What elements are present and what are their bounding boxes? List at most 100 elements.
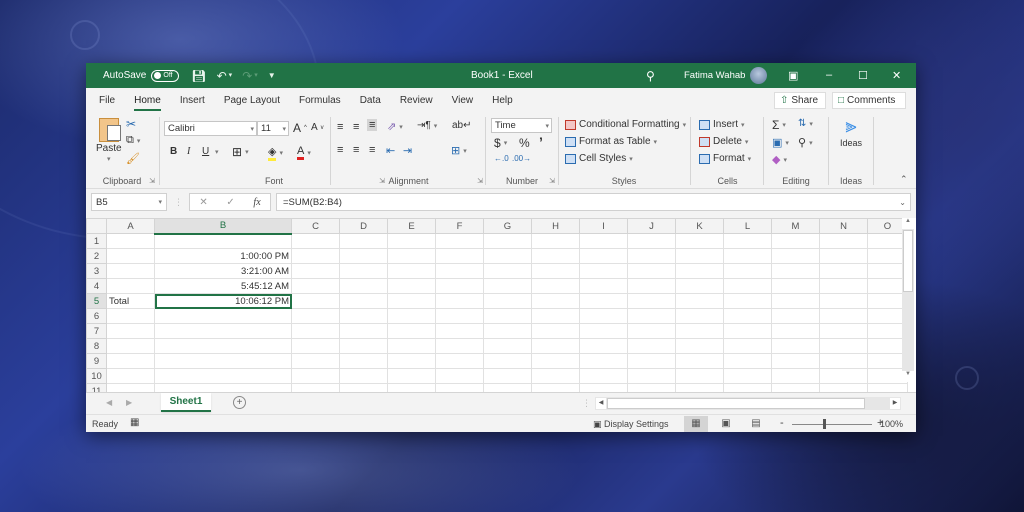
cell-n2[interactable] [819, 248, 868, 264]
row-header-4[interactable]: 4 [86, 278, 107, 294]
horizontal-scroll-thumb[interactable] [607, 398, 865, 409]
cell-g6[interactable] [483, 308, 532, 324]
row-header-8[interactable]: 8 [86, 338, 107, 354]
cell-c5[interactable] [291, 293, 340, 309]
cell-k1[interactable] [675, 233, 724, 249]
insert-function-icon[interactable]: fx [253, 197, 260, 208]
column-header-d[interactable]: D [339, 218, 388, 234]
cell-g8[interactable] [483, 338, 532, 354]
cell-b11[interactable] [154, 383, 292, 392]
scroll-down-icon[interactable]: ▼ [902, 371, 914, 382]
cell-d1[interactable] [339, 233, 388, 249]
scroll-left-icon[interactable]: ◀ [596, 398, 606, 409]
page-break-preview-icon[interactable]: ▤ [744, 416, 768, 432]
cell-m3[interactable] [771, 263, 820, 279]
cell-c3[interactable] [291, 263, 340, 279]
cell-i11[interactable] [579, 383, 628, 392]
cell-e8[interactable] [387, 338, 436, 354]
redo-icon[interactable]: ↷ [242, 70, 252, 82]
column-header-f[interactable]: F [435, 218, 484, 234]
cell-j1[interactable] [627, 233, 676, 249]
decrease-decimal-icon[interactable]: .00→ [512, 154, 531, 163]
column-header-a[interactable]: A [106, 218, 155, 234]
cell-i5[interactable] [579, 293, 628, 309]
accessibility-icon[interactable]: ▦ [130, 417, 139, 428]
cell-g10[interactable] [483, 368, 532, 384]
insert-cells-button[interactable]: Insert ▾ [699, 119, 745, 130]
worksheet-grid[interactable]: ABCDEFGHIJKLMNO 1 2 1:00:00 PM 3 3:21:00 AM 4… [86, 218, 916, 392]
cell-m9[interactable] [771, 353, 820, 369]
decrease-indent-icon[interactable]: ⇤ [386, 144, 395, 157]
cell-h3[interactable] [531, 263, 580, 279]
cell-d5[interactable] [339, 293, 388, 309]
find-select-icon[interactable]: ⚲ ▾ [798, 136, 813, 149]
horizontal-scrollbar[interactable]: ◀ ▶ [595, 397, 901, 410]
cell-l9[interactable] [723, 353, 772, 369]
cell-k11[interactable] [675, 383, 724, 392]
cell-j5[interactable] [627, 293, 676, 309]
cell-b2[interactable]: 1:00:00 PM [154, 248, 292, 264]
collapse-ribbon-icon[interactable]: ⌃ [900, 174, 908, 185]
clipboard-launcher-icon[interactable]: ⇲ [149, 177, 155, 185]
cell-n5[interactable] [819, 293, 868, 309]
cell-b6[interactable] [154, 308, 292, 324]
cell-f7[interactable] [435, 323, 484, 339]
middle-align-icon[interactable]: ≡ [353, 121, 359, 133]
cell-m5[interactable] [771, 293, 820, 309]
cell-j7[interactable] [627, 323, 676, 339]
cell-j11[interactable] [627, 383, 676, 392]
cell-d9[interactable] [339, 353, 388, 369]
cell-h9[interactable] [531, 353, 580, 369]
column-header-j[interactable]: J [627, 218, 676, 234]
format-painter-icon[interactable]: 🖌︎ [126, 152, 140, 165]
row-header-3[interactable]: 3 [86, 263, 107, 279]
customize-qat-icon[interactable]: ▼ [268, 71, 276, 80]
cell-h10[interactable] [531, 368, 580, 384]
cell-f9[interactable] [435, 353, 484, 369]
cell-e3[interactable] [387, 263, 436, 279]
sheet-tab-sheet1[interactable]: Sheet1 [161, 393, 211, 412]
row-header-7[interactable]: 7 [86, 323, 107, 339]
avatar[interactable] [750, 67, 767, 84]
cell-b7[interactable] [154, 323, 292, 339]
cell-i9[interactable] [579, 353, 628, 369]
currency-button[interactable]: $ ▾ [494, 136, 507, 150]
decrease-font-icon[interactable]: Av [311, 122, 324, 133]
cell-d7[interactable] [339, 323, 388, 339]
maximize-icon[interactable]: ☐ [858, 69, 868, 82]
font-name-select[interactable]: Calibri ▾ [164, 121, 257, 136]
zoom-slider-track[interactable] [792, 424, 872, 425]
select-all-corner[interactable] [86, 218, 107, 234]
next-sheet-icon[interactable]: ▶ [126, 398, 132, 407]
display-settings-button[interactable]: ▣ Display Settings [593, 419, 669, 430]
formula-input[interactable]: =SUM(B2:B4) ⌄ [276, 193, 911, 211]
cell-j3[interactable] [627, 263, 676, 279]
clear-icon[interactable]: ◆ ▾ [772, 153, 787, 166]
cell-d6[interactable] [339, 308, 388, 324]
cell-c1[interactable] [291, 233, 340, 249]
tab-data[interactable]: Data [360, 95, 381, 106]
cell-m1[interactable] [771, 233, 820, 249]
cell-h2[interactable] [531, 248, 580, 264]
cell-h8[interactable] [531, 338, 580, 354]
cell-c4[interactable] [291, 278, 340, 294]
cell-b5[interactable]: 10:06:12 PM [154, 293, 292, 309]
text-direction-icon[interactable]: ⇥¶ ▾ [417, 120, 437, 131]
cell-a1[interactable] [106, 233, 155, 249]
name-box[interactable]: B5 ▾ [91, 193, 167, 211]
cell-i2[interactable] [579, 248, 628, 264]
orientation-icon[interactable]: ⇗ ▾ [387, 120, 403, 133]
cell-k5[interactable] [675, 293, 724, 309]
conditional-formatting-button[interactable]: Conditional Formatting ▾ [565, 119, 686, 130]
cell-j4[interactable] [627, 278, 676, 294]
cell-n9[interactable] [819, 353, 868, 369]
cell-e6[interactable] [387, 308, 436, 324]
cell-f5[interactable] [435, 293, 484, 309]
user-name[interactable]: Fatima Wahab [684, 70, 745, 81]
cell-e1[interactable] [387, 233, 436, 249]
row-header-5[interactable]: 5 [86, 293, 107, 309]
cell-c9[interactable] [291, 353, 340, 369]
cell-b10[interactable] [154, 368, 292, 384]
cell-g5[interactable] [483, 293, 532, 309]
cell-n11[interactable] [819, 383, 868, 392]
